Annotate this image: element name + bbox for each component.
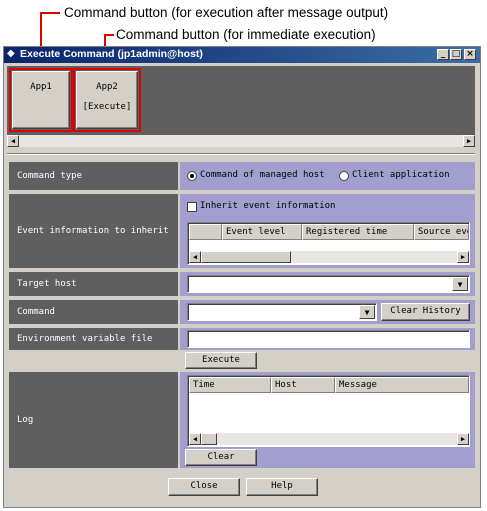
callout-exec-after-message: Command button (for execution after mess… [64,5,389,20]
event-table-scrollbar[interactable]: ◀ ▶ [189,251,469,263]
log-col-message[interactable]: Message [335,377,469,393]
event-col-blank [189,224,222,240]
app1-label: App1 [30,82,52,92]
inherit-event-label: Inherit event information [200,201,336,211]
execute-button[interactable]: Execute [185,352,257,369]
command-panel-scrollbar[interactable]: ◀ ▶ [7,135,475,147]
scroll-right-icon[interactable]: ▶ [463,135,475,147]
event-col-registered[interactable]: Registered time [302,224,414,240]
radio-managed-host-label: Command of managed host [200,170,325,180]
scroll-thumb[interactable] [201,251,291,263]
event-info-label: Event information to inherit [9,194,178,268]
scroll-right-icon[interactable]: ▶ [457,251,469,263]
minimize-icon[interactable]: _ [437,49,449,60]
event-col-level[interactable]: Event level [222,224,302,240]
command-combobox[interactable]: ▼ [187,303,377,321]
inherit-event-checkbox[interactable] [187,202,197,212]
window-title: Execute Command (jp1admin@host) [20,48,203,60]
log-col-host[interactable]: Host [271,377,335,393]
chevron-down-icon[interactable]: ▼ [452,277,468,291]
callout-immediate-exec: Command button (for immediate execution) [116,27,376,42]
env-file-value [180,328,475,350]
env-file-input[interactable] [187,330,470,348]
target-host-label: Target host [9,272,178,296]
log-table-scrollbar[interactable]: ◀ ▶ [189,433,469,445]
target-host-value: ▼ [180,272,475,296]
radio-client-application-label: Client application [352,170,450,180]
radio-managed-host[interactable] [187,171,197,181]
clear-log-button[interactable]: Clear [185,449,257,466]
app-icon: ◆ [7,48,15,59]
app2-subtitle: [Execute] [82,102,132,112]
log-col-time[interactable]: Time [189,377,271,393]
radio-selected-dot [190,174,194,178]
command-type-label: Command type [9,162,178,190]
separator [7,154,475,155]
maximize-icon[interactable]: □ [450,49,462,60]
command-label: Command [9,300,178,324]
app2-command-button[interactable]: App2 [Execute] [76,71,138,129]
clear-history-button[interactable]: Clear History [381,303,470,321]
help-button[interactable]: Help [246,478,318,496]
env-file-label: Environment variable file [9,328,178,350]
target-host-combobox[interactable]: ▼ [187,275,470,293]
scroll-thumb[interactable] [201,433,217,445]
radio-client-application[interactable] [339,171,349,181]
scroll-left-icon[interactable]: ◀ [7,135,19,147]
log-value: Time Host Message ◀ ▶ Clear [180,372,475,468]
command-value: ▼ Clear History [180,300,475,324]
event-info-value: Inherit event information Event level Re… [180,194,475,268]
chevron-down-icon[interactable]: ▼ [359,305,375,319]
app1-command-button[interactable]: App1 [12,71,70,129]
event-info-table[interactable]: Event level Registered time Source eve ◀… [187,222,470,265]
command-type-value: Command of managed host Client applicati… [180,162,475,190]
scroll-left-icon[interactable]: ◀ [189,251,201,263]
log-label: Log [9,372,178,468]
close-icon[interactable]: × [464,49,476,60]
scroll-right-icon[interactable]: ▶ [457,433,469,445]
title-bar: ◆ Execute Command (jp1admin@host) _ □ × [4,47,480,63]
callout-line [40,12,60,14]
log-table[interactable]: Time Host Message ◀ ▶ [187,375,470,447]
event-col-source[interactable]: Source eve [414,224,469,240]
scroll-left-icon[interactable]: ◀ [189,433,201,445]
app2-label: App2 [96,82,118,92]
close-button[interactable]: Close [168,478,240,496]
